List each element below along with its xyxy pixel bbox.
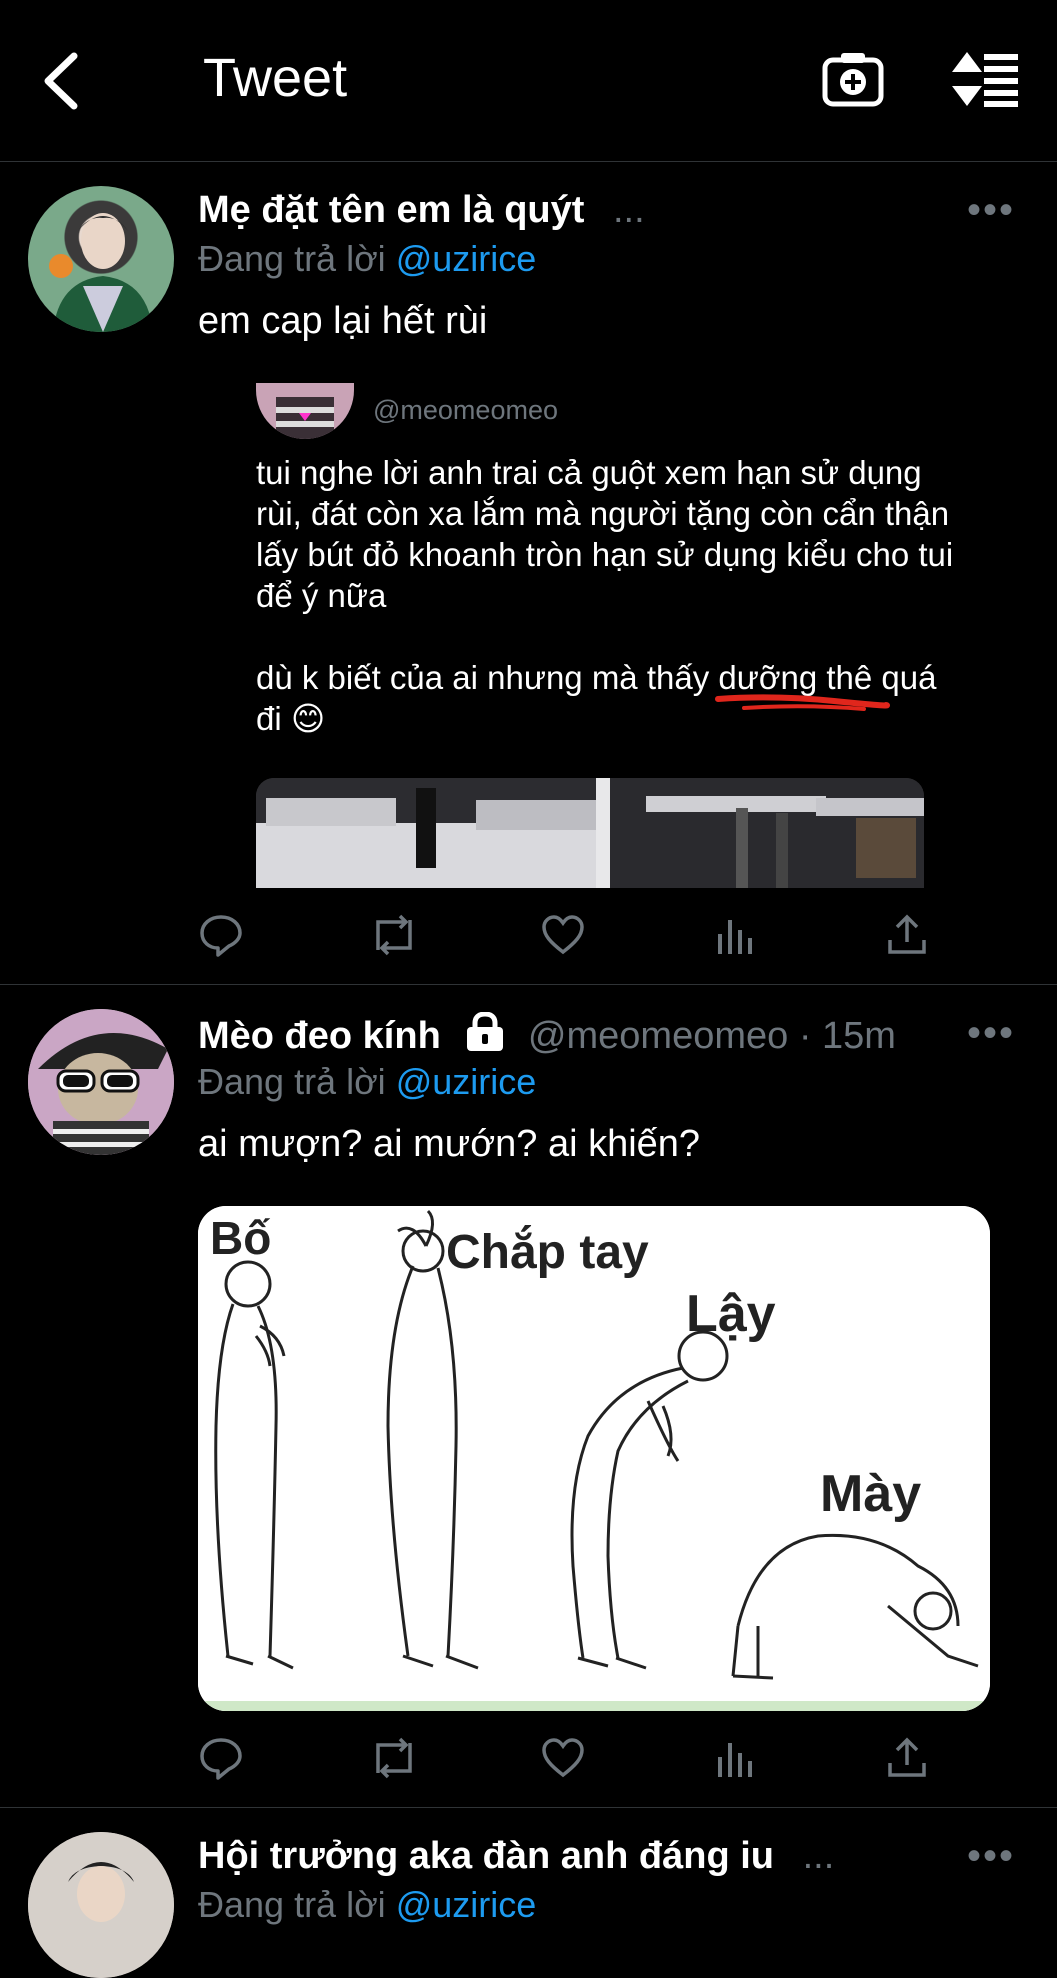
camera-plus-icon[interactable] [822, 50, 884, 113]
display-name[interactable]: Mẹ đặt tên em là quýt [198, 189, 584, 231]
retweet-icon[interactable] [368, 1735, 418, 1785]
share-icon[interactable] [884, 912, 934, 962]
replying-to: Đang trả lời @uzirice [198, 238, 536, 280]
tweet-image[interactable]: Bố Chắp tay Lậy Mày [198, 1206, 990, 1711]
avatar[interactable] [28, 1832, 174, 1978]
name-ellipsis: ... [802, 1835, 835, 1877]
reply-handle-link[interactable]: @uzirice [396, 238, 537, 279]
like-icon[interactable] [540, 1735, 590, 1785]
reply-prefix: Đang trả lời [198, 1884, 386, 1925]
meme-label: Chắp tay [446, 1224, 649, 1279]
like-icon[interactable] [540, 912, 590, 962]
tweet-actions [198, 1735, 938, 1789]
sort-list-icon[interactable] [950, 50, 1020, 113]
avatar[interactable] [28, 1009, 174, 1155]
meme-label: Lậy [686, 1285, 776, 1343]
quote-handle: @meomeomeo [373, 395, 558, 425]
analytics-icon[interactable] [712, 1735, 762, 1785]
reply-handle-link[interactable]: @uzirice [396, 1884, 537, 1925]
meme-label: Mày [820, 1465, 921, 1523]
reply-handle-link[interactable]: @uzirice [396, 1061, 537, 1102]
quote-paragraph: tui nghe lời anh trai cả guột xem hạn sử… [256, 454, 954, 614]
quote-paragraph: dù k biết của ai nhưng mà thấy dưỡng thê… [256, 657, 956, 739]
retweet-icon[interactable] [368, 912, 418, 962]
quote-text-segment: dưỡng thê [718, 659, 873, 696]
avatar[interactable] [28, 186, 174, 332]
name-ellipsis: ... [612, 189, 645, 231]
reply-prefix: Đang trả lời [198, 238, 386, 279]
page-title: Tweet [203, 48, 348, 108]
lock-icon [465, 1011, 505, 1062]
chevron-left-icon[interactable] [38, 48, 88, 114]
tweet-text: ai mượn? ai mướn? ai khiến? [198, 1123, 701, 1165]
quote-text-segment: dù k biết của ai nhưng mà thấy [256, 659, 719, 696]
reply-prefix: Đang trả lời [198, 1061, 386, 1102]
meme-label: Bố [210, 1212, 271, 1264]
tweet-meta: @meomeomeo · 15m [527, 1015, 896, 1057]
more-icon[interactable]: ••• [967, 188, 1015, 233]
top-bar: Tweet [0, 0, 1057, 162]
tweet-actions [198, 912, 938, 966]
tweet-item[interactable]: Hội trưởng aka đàn anh đáng iu ... ••• Đ… [0, 1808, 1057, 1978]
underlined-text: dưỡng thê [715, 659, 891, 711]
red-underline-mark [715, 694, 891, 711]
more-icon[interactable]: ••• [967, 1011, 1015, 1056]
reply-icon[interactable] [198, 1735, 248, 1785]
quote-text: tui nghe lời anh trai cả guột xem hạn sử… [256, 452, 956, 739]
display-name[interactable]: Hội trưởng aka đàn anh đáng iu [198, 1835, 774, 1877]
display-name[interactable]: Mèo đeo kính [198, 1015, 441, 1057]
replying-to: Đang trả lời @uzirice [198, 1061, 536, 1103]
more-icon[interactable]: ••• [967, 1834, 1015, 1879]
analytics-icon[interactable] [712, 912, 762, 962]
tweet-text: em cap lại hết rùi [198, 300, 488, 342]
quote-media[interactable] [256, 778, 924, 888]
reply-icon[interactable] [198, 912, 248, 962]
share-icon[interactable] [884, 1735, 934, 1785]
